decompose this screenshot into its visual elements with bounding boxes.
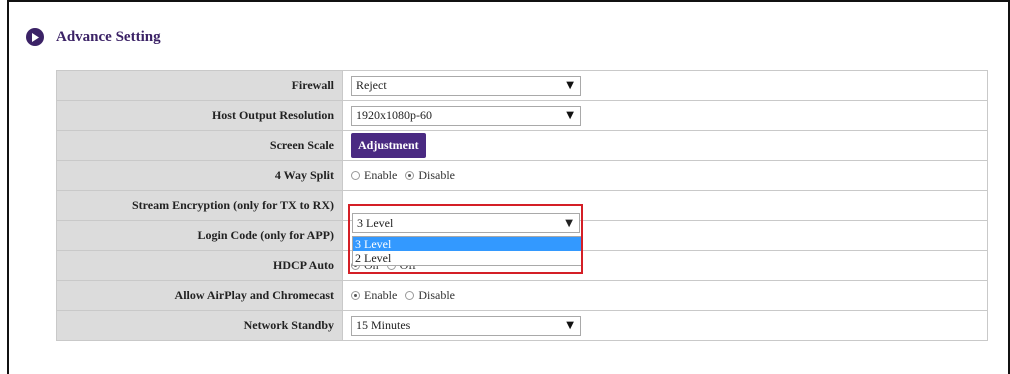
four-way-split-label: 4 Way Split — [56, 160, 343, 191]
dropdown-arrow-icon: ▼ — [566, 110, 574, 121]
row-screen-scale: Screen Scale Adjustment — [56, 130, 988, 161]
row-firewall: Firewall Reject ▼ — [56, 70, 988, 101]
airplay-chromecast-enable-label: Enable — [364, 287, 398, 302]
four-way-split-disable-radio[interactable] — [405, 170, 415, 180]
firewall-select[interactable]: Reject ▼ — [351, 75, 581, 96]
login-code-label: Login Code (only for APP) — [56, 220, 343, 251]
highlight-box — [348, 204, 583, 274]
four-way-split-disable-label: Disable — [418, 167, 455, 182]
firewall-select-value: Reject — [356, 78, 387, 92]
network-standby-label: Network Standby — [56, 310, 343, 341]
host-output-resolution-value: 1920x1080p-60 — [356, 108, 432, 122]
firewall-label: Firewall — [56, 70, 343, 101]
dropdown-arrow-icon: ▼ — [566, 80, 574, 91]
network-standby-value: 15 Minutes — [356, 318, 411, 332]
stream-encryption-label: Stream Encryption (only for TX to RX) — [56, 190, 343, 221]
four-way-split-radio-group: Enable Disable — [351, 168, 463, 183]
row-4-way-split: 4 Way Split Enable Disable — [56, 160, 988, 191]
play-circle-icon — [26, 28, 44, 46]
row-airplay-chromecast: Allow AirPlay and Chromecast Enable Disa… — [56, 280, 988, 311]
airplay-chromecast-label: Allow AirPlay and Chromecast — [56, 280, 343, 311]
hdcp-auto-label: HDCP Auto — [56, 250, 343, 281]
section-header: Advance Setting — [26, 27, 161, 47]
adjustment-button[interactable]: Adjustment — [351, 133, 426, 158]
dropdown-arrow-icon: ▼ — [566, 320, 574, 331]
row-network-standby: Network Standby 15 Minutes ▼ — [56, 310, 988, 341]
airplay-chromecast-disable-radio[interactable] — [405, 290, 415, 300]
host-output-resolution-select[interactable]: 1920x1080p-60 ▼ — [351, 105, 581, 126]
four-way-split-enable-radio[interactable] — [351, 170, 360, 180]
screen-scale-label: Screen Scale — [56, 130, 343, 161]
network-standby-select[interactable]: 15 Minutes ▼ — [351, 315, 581, 336]
host-output-resolution-label: Host Output Resolution — [56, 100, 343, 131]
airplay-chromecast-radio-group: Enable Disable — [351, 288, 463, 303]
four-way-split-enable-label: Enable — [364, 167, 398, 182]
row-host-output-resolution: Host Output Resolution 1920x1080p-60 ▼ — [56, 100, 988, 131]
airplay-chromecast-disable-label: Disable — [418, 287, 455, 302]
airplay-chromecast-enable-radio[interactable] — [351, 290, 360, 300]
section-title: Advance Setting — [56, 28, 161, 45]
